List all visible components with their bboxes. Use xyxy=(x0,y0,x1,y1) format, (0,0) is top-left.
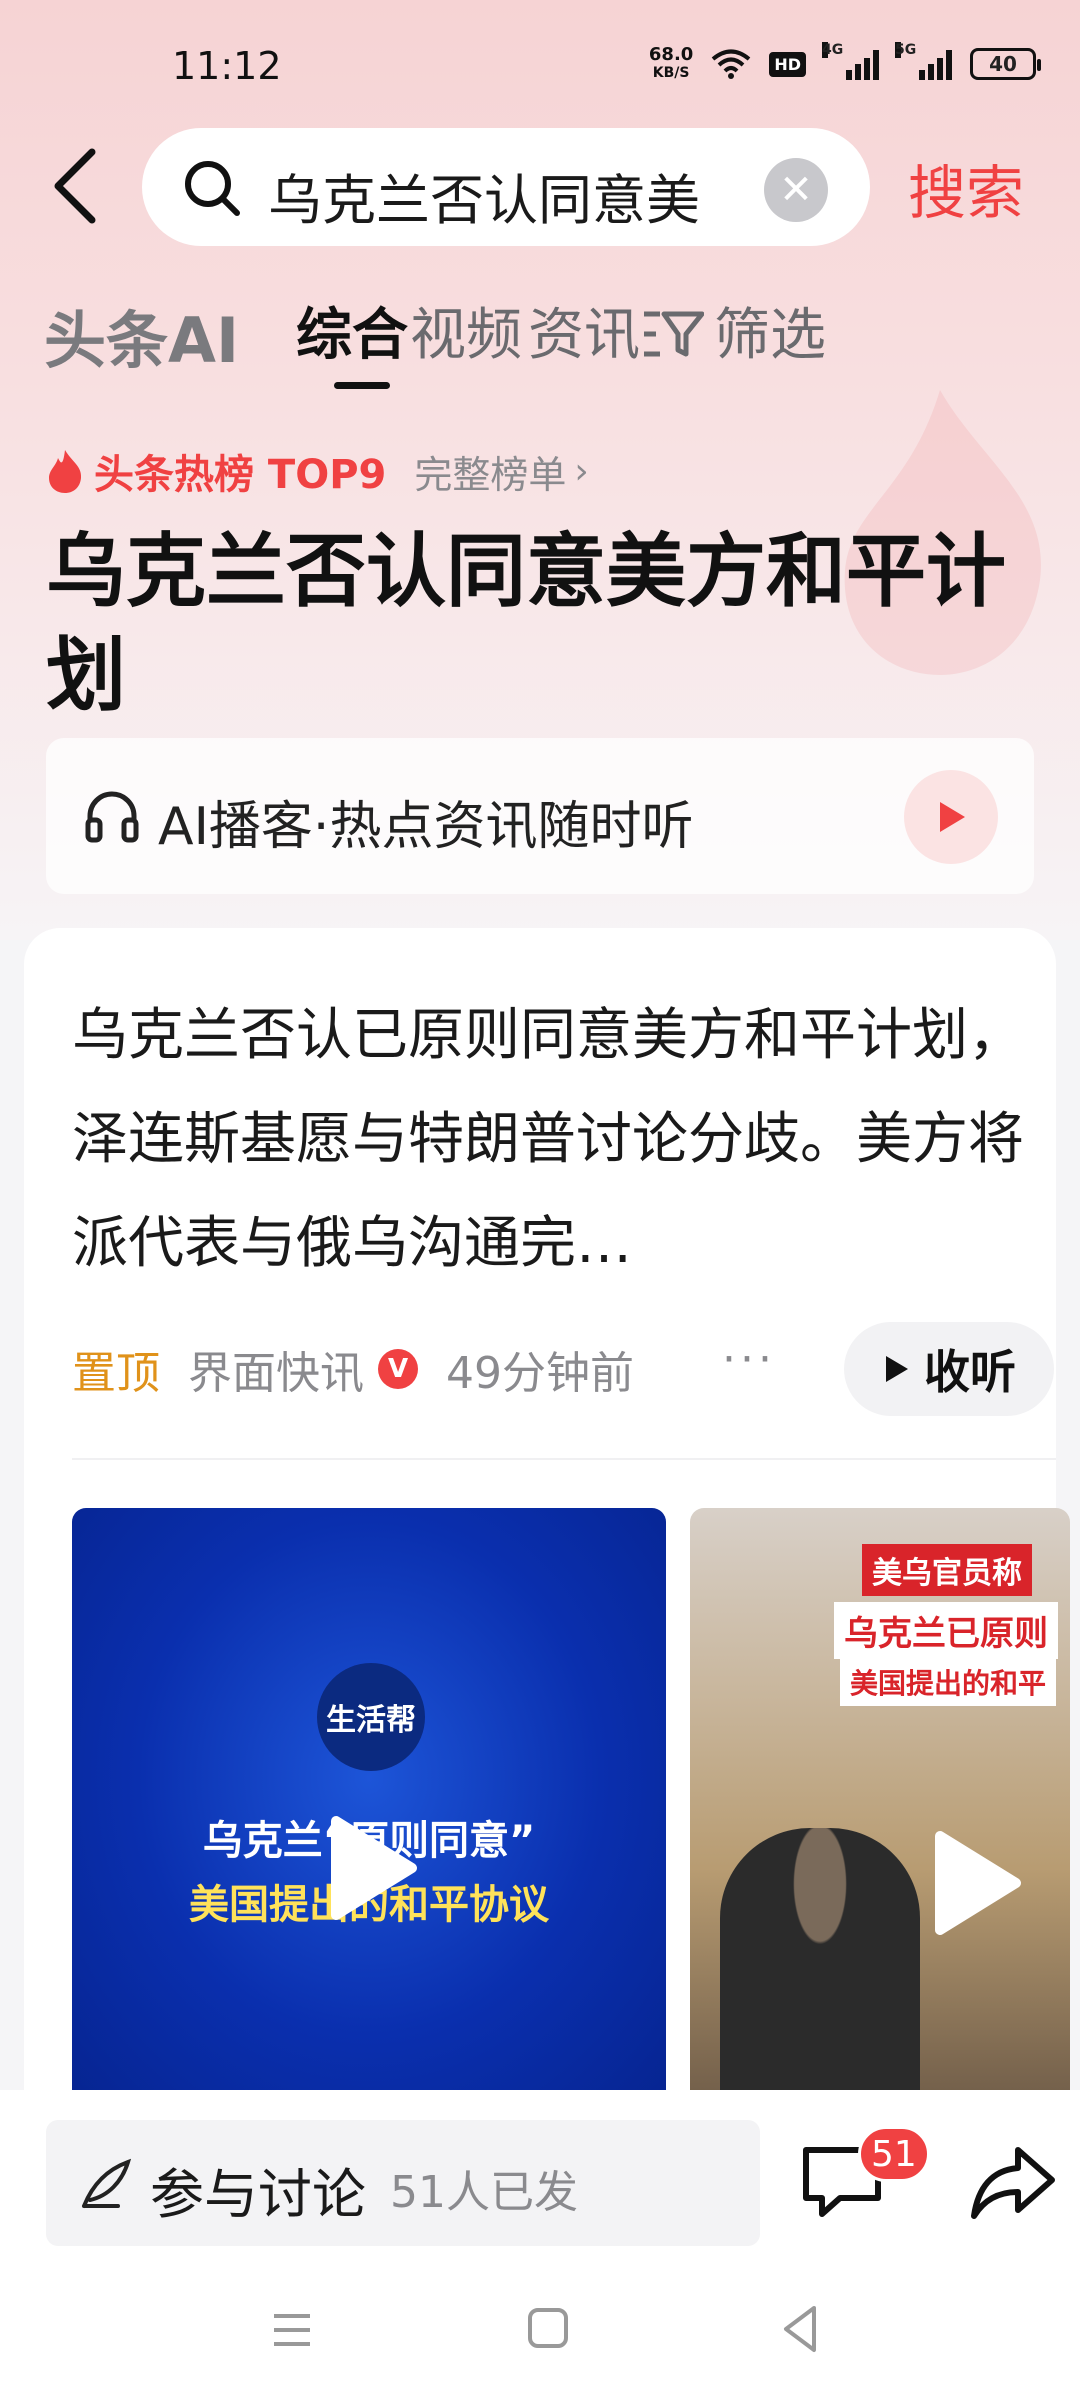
nav-back-icon[interactable] xyxy=(780,2304,820,2354)
back-arrow-icon[interactable] xyxy=(48,146,108,226)
tab-comprehensive[interactable]: 综合 xyxy=(296,290,408,371)
hd-icon: HD xyxy=(769,51,806,77)
signal-4g-label: 4G xyxy=(822,42,844,58)
channel-logo: 生活帮 xyxy=(317,1663,425,1771)
chevron-right-icon: › xyxy=(574,450,589,492)
hot-list-row[interactable]: 头条热榜 TOP9 完整榜单 › xyxy=(46,442,589,500)
video-thumbnail-2[interactable]: 美乌官员称 乌克兰已原则 美国提出的和平 xyxy=(690,1508,1070,2108)
tab-bar: 头条AI 综合 视频 资讯 筛选 xyxy=(44,290,1044,390)
battery-icon: 40 xyxy=(970,48,1041,80)
tab-toutiao-ai[interactable]: 头条AI xyxy=(44,290,239,380)
headphone-icon xyxy=(85,791,139,843)
play-overlay-icon[interactable] xyxy=(918,1828,1028,1938)
tab-filter[interactable]: 筛选 xyxy=(642,290,826,371)
tab-active-indicator xyxy=(334,382,390,389)
pen-icon xyxy=(82,2158,132,2208)
status-bar: 11:12 68.0 KB/S HD 4G 5G 40 xyxy=(0,0,1080,130)
play-overlay-icon[interactable] xyxy=(314,1813,424,1923)
home-icon[interactable] xyxy=(528,2308,568,2348)
listen-label: 收听 xyxy=(924,1345,1016,1399)
video-thumbnail-1[interactable]: 生活帮 乌克兰“原则同意” 美国提出的和平协议 xyxy=(72,1508,666,2108)
play-icon xyxy=(886,1356,908,1382)
menu-icon[interactable] xyxy=(270,2310,314,2350)
video2-caption-3: 美国提出的和平 xyxy=(840,1658,1057,1706)
net-speed: 68.0 KB/S xyxy=(649,46,693,82)
podcast-play-button[interactable] xyxy=(904,770,998,864)
discuss-count: 51人已发 xyxy=(390,2167,578,2218)
status-icons: 68.0 KB/S HD 4G 5G 40 xyxy=(649,42,1041,82)
clear-icon[interactable]: ✕ xyxy=(764,158,828,222)
person-image xyxy=(720,1828,920,2108)
filter-icon xyxy=(644,311,704,357)
net-speed-unit: KB/S xyxy=(652,65,690,81)
verified-icon: V xyxy=(378,1349,418,1389)
tab-video[interactable]: 视频 xyxy=(410,290,522,371)
article-time: 49分钟前 xyxy=(446,1348,634,1399)
signal-5g-label: 5G xyxy=(895,42,917,58)
video2-caption-2: 乌克兰已原则 xyxy=(834,1602,1058,1659)
article-card[interactable]: 乌克兰否认已原则同意美方和平计划，泽连斯基愿与特朗普讨论分歧。美方将派代表与俄乌… xyxy=(24,928,1070,2128)
article-source[interactable]: 界面快讯 xyxy=(188,1337,364,1401)
video2-caption-1: 美乌官员称 xyxy=(862,1544,1032,1596)
fire-icon xyxy=(49,450,82,493)
more-options-icon[interactable]: ··· xyxy=(722,1334,776,1385)
article-title[interactable]: 乌克兰否认已原则同意美方和平计划，泽连斯基愿与特朗普讨论分歧。美方将派代表与俄乌… xyxy=(72,984,1032,1296)
status-time: 11:12 xyxy=(172,44,282,88)
listen-button[interactable]: 收听 xyxy=(844,1322,1054,1416)
divider xyxy=(72,1458,1056,1460)
tab-news[interactable]: 资讯 xyxy=(528,290,640,371)
signal-4g-icon: 4G xyxy=(822,42,879,80)
filter-label: 筛选 xyxy=(714,303,826,368)
article-meta: 置顶 界面快讯 V 49分钟前 ··· 收听 xyxy=(72,1322,1054,1416)
wifi-icon xyxy=(712,49,751,79)
hot-rank-tag: 头条热榜 TOP9 xyxy=(94,452,387,498)
discuss-input[interactable]: 参与讨论 51人已发 xyxy=(46,2120,760,2246)
podcast-text: AI播客·热点资讯随时听 xyxy=(158,797,694,857)
play-icon xyxy=(940,802,965,832)
signal-5g-icon: 5G xyxy=(895,42,952,80)
pinned-label: 置顶 xyxy=(72,1348,160,1399)
topic-title: 乌克兰否认同意美方和平计划 xyxy=(46,525,1006,722)
search-button[interactable]: 搜索 xyxy=(908,146,1024,230)
bottom-action-bar: 参与讨论 51人已发 51 xyxy=(0,2090,1080,2260)
full-list-link[interactable]: 完整榜单 xyxy=(414,444,566,499)
discuss-label: 参与讨论 xyxy=(150,2163,366,2226)
search-input[interactable]: 乌克兰否认同意美 ✕ xyxy=(142,128,870,246)
share-icon[interactable] xyxy=(970,2142,1056,2222)
system-nav-bar xyxy=(0,2260,1080,2400)
comment-count-badge: 51 xyxy=(858,2126,930,2182)
search-icon xyxy=(185,161,240,216)
net-speed-value: 68.0 xyxy=(648,44,694,65)
ai-podcast-bar[interactable]: AI播客·热点资讯随时听 xyxy=(46,738,1034,894)
